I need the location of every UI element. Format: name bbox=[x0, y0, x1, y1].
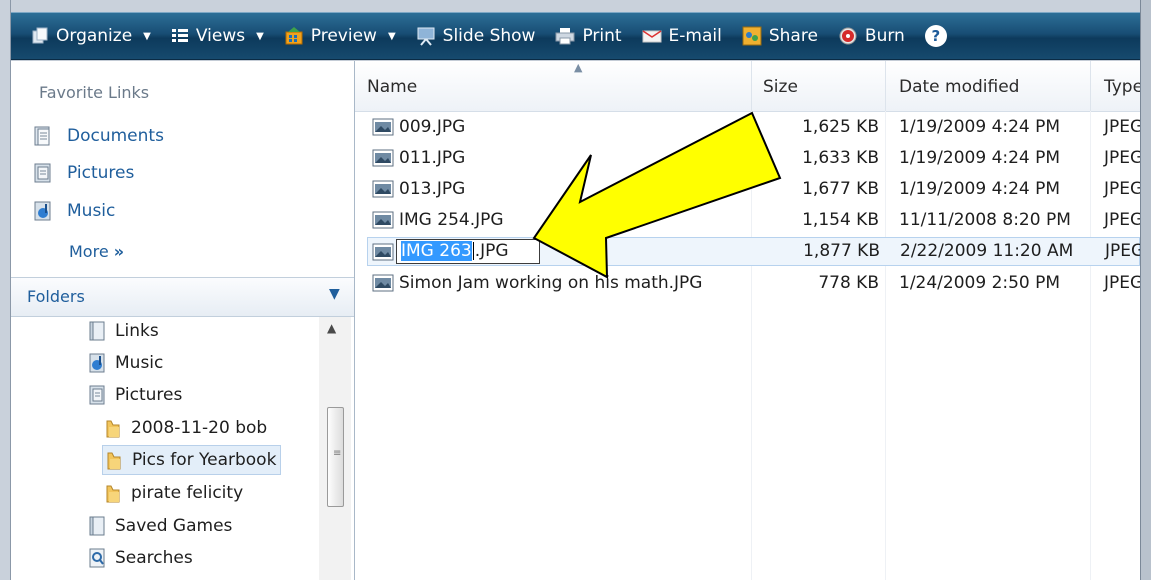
yellow-arrow-shape bbox=[532, 111, 782, 279]
annotation-arrow bbox=[532, 111, 782, 279]
